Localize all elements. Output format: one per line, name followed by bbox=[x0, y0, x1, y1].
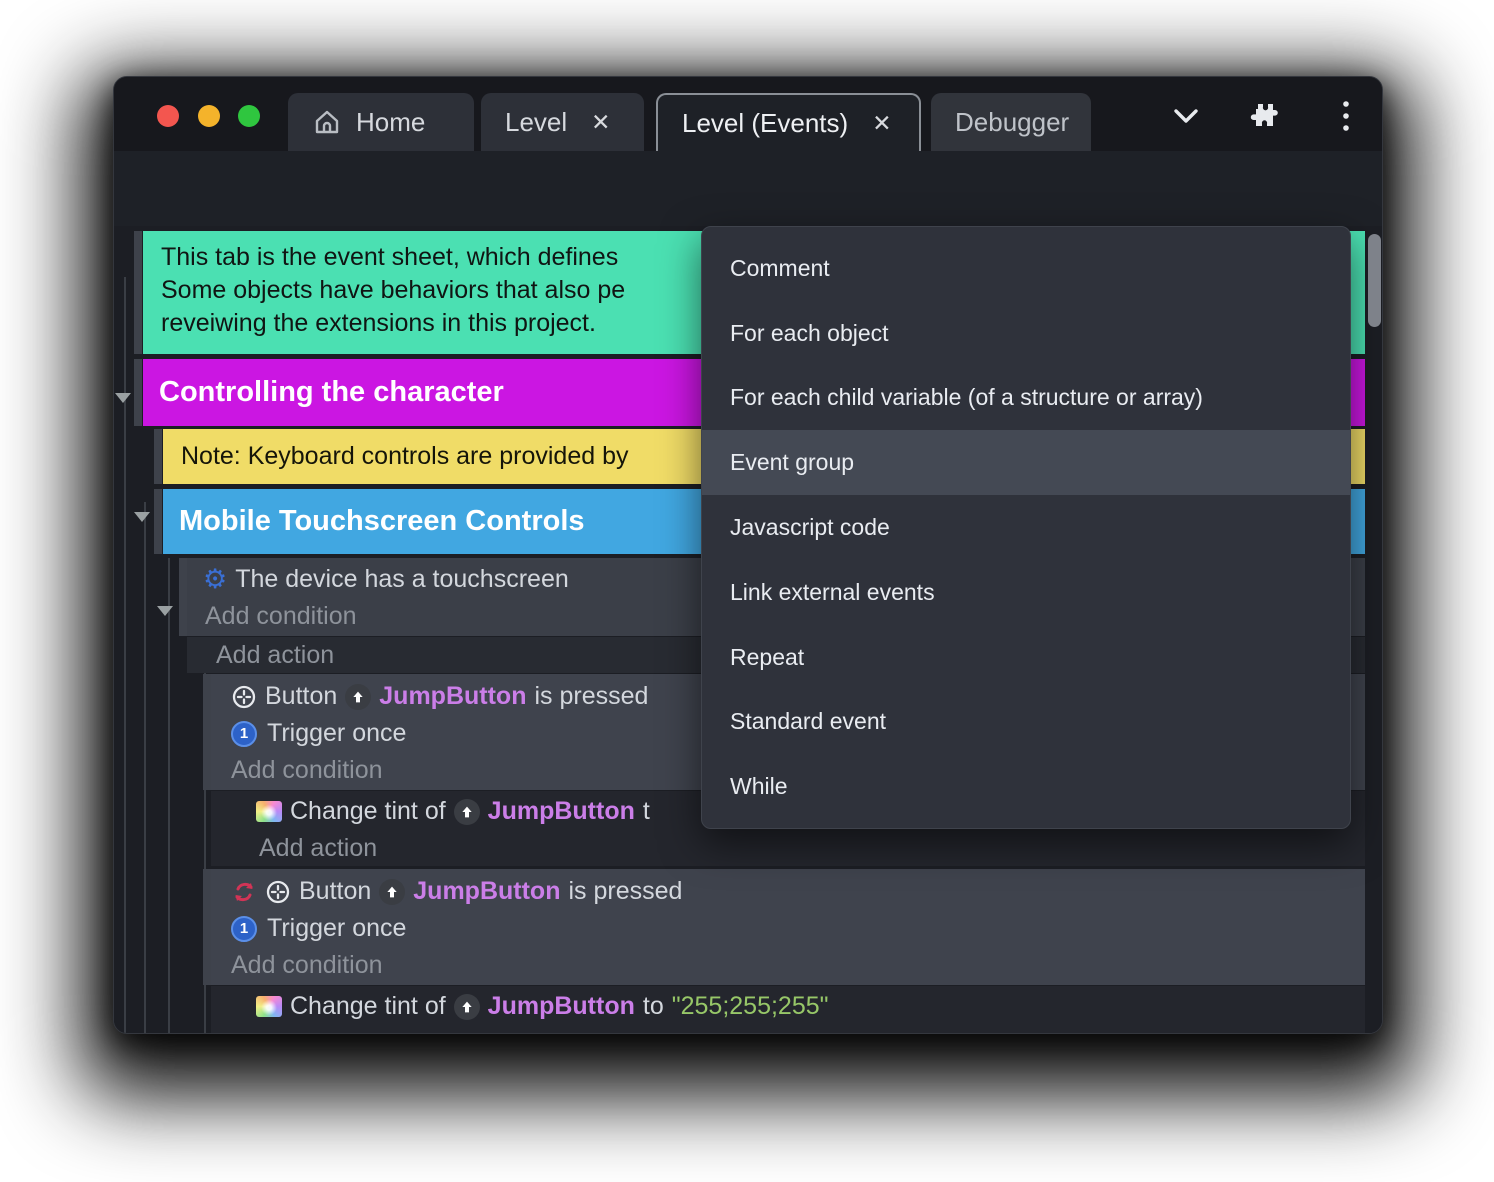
group-title: Mobile Touchscreen Controls bbox=[179, 505, 585, 537]
menu-item-comment[interactable]: Comment bbox=[702, 236, 1350, 301]
condition-text: Trigger once bbox=[267, 719, 407, 747]
menu-item-event-group[interactable]: Event group bbox=[702, 430, 1350, 496]
indent-bar bbox=[134, 359, 142, 426]
tab-close-icon[interactable]: ✕ bbox=[872, 110, 891, 137]
indent-bar bbox=[203, 674, 211, 790]
gamepad-button-icon bbox=[231, 684, 257, 710]
condition-text: Trigger once bbox=[267, 914, 407, 942]
condition-text: Button bbox=[265, 682, 338, 710]
indent-bar bbox=[134, 231, 142, 354]
tab-home[interactable]: Home bbox=[288, 93, 474, 151]
tab-debugger[interactable]: Debugger bbox=[931, 93, 1091, 151]
menu-item-for-each-child-variable[interactable]: For each child variable (of a structure … bbox=[702, 366, 1350, 431]
traffic-zoom-button[interactable] bbox=[238, 105, 260, 127]
tab-close-icon[interactable]: ✕ bbox=[591, 109, 610, 136]
kebab-menu-icon bbox=[1341, 99, 1351, 133]
vertical-scrollbar-thumb[interactable] bbox=[1368, 234, 1381, 327]
event-jumpbutton-released-actions[interactable]: Change tint of JumpButton to "255;255;25… bbox=[211, 986, 1365, 1033]
traffic-minimize-button[interactable] bbox=[198, 105, 220, 127]
indent-bar bbox=[154, 489, 162, 554]
toolbar bbox=[114, 151, 1382, 295]
action-text: Change tint of bbox=[290, 797, 446, 825]
window-menu-button[interactable] bbox=[1328, 99, 1364, 133]
trigger-once-icon: 1 bbox=[231, 915, 257, 942]
tab-level-events[interactable]: Level (Events) ✕ bbox=[656, 93, 921, 151]
action-text: Change tint of bbox=[290, 992, 446, 1020]
indent-bar bbox=[154, 429, 162, 484]
tree-guide-line bbox=[144, 502, 146, 1033]
tab-label: Level (Events) bbox=[682, 107, 849, 138]
condition-text: Button bbox=[299, 877, 372, 905]
tab-label: Level bbox=[505, 106, 568, 137]
tree-guide-line bbox=[124, 277, 126, 1033]
menu-item-repeat[interactable]: Repeat bbox=[702, 625, 1350, 690]
app-window: Home Level ✕ Level (Events) ✕ Debugger T… bbox=[113, 76, 1383, 1034]
condition-text: is pressed bbox=[534, 682, 649, 710]
trigger-once-icon: 1 bbox=[231, 720, 257, 747]
collapse-arrow-icon[interactable] bbox=[115, 393, 131, 403]
tint-value: "255;255;255" bbox=[671, 992, 829, 1020]
color-tint-icon bbox=[256, 996, 282, 1017]
menu-item-link-external-events[interactable]: Link external events bbox=[702, 560, 1350, 625]
tab-level[interactable]: Level ✕ bbox=[481, 93, 644, 151]
home-icon bbox=[312, 107, 342, 137]
puzzle-icon bbox=[1249, 101, 1279, 131]
chevron-down-icon bbox=[1173, 108, 1199, 124]
condition-text: is pressed bbox=[568, 877, 683, 905]
event-jumpbutton-released[interactable]: Button JumpButton is pressed 1 Trigger o… bbox=[211, 869, 1365, 985]
action-text: t bbox=[642, 797, 650, 825]
tabs-dropdown-button[interactable] bbox=[1168, 99, 1204, 133]
group-title: Controlling the character bbox=[159, 376, 504, 408]
menu-item-standard-event[interactable]: Standard event bbox=[702, 690, 1350, 755]
add-action-link[interactable]: Add action bbox=[211, 1025, 1365, 1033]
action-text: to bbox=[642, 992, 664, 1020]
object-name: JumpButton bbox=[379, 682, 527, 710]
extensions-button[interactable] bbox=[1246, 99, 1282, 133]
condition-text: The device has a touchscreen bbox=[235, 565, 569, 593]
color-tint-icon bbox=[256, 801, 282, 822]
note-text: Note: Keyboard controls are provided by bbox=[181, 442, 629, 470]
invert-condition-icon bbox=[231, 879, 257, 905]
object-thumbnail-arrow-icon bbox=[453, 798, 480, 825]
add-event-context-menu: Comment For each object For each child v… bbox=[701, 226, 1351, 829]
menu-item-while[interactable]: While bbox=[702, 754, 1350, 819]
collapse-arrow-icon[interactable] bbox=[157, 606, 173, 616]
screenshot-canvas: Home Level ✕ Level (Events) ✕ Debugger T… bbox=[0, 0, 1494, 1182]
gamepad-button-icon bbox=[265, 879, 291, 905]
indent-bar bbox=[179, 558, 187, 636]
tab-bar: Home Level ✕ Level (Events) ✕ Debugger bbox=[114, 77, 1382, 151]
object-thumbnail-arrow-icon bbox=[345, 683, 372, 710]
traffic-close-button[interactable] bbox=[157, 105, 179, 127]
menu-item-javascript-code[interactable]: Javascript code bbox=[702, 495, 1350, 560]
add-condition-link[interactable]: Add condition bbox=[231, 947, 1365, 984]
object-thumbnail-arrow-icon bbox=[453, 993, 480, 1020]
object-name: JumpButton bbox=[487, 797, 635, 825]
object-thumbnail-arrow-icon bbox=[379, 878, 406, 905]
menu-item-for-each-object[interactable]: For each object bbox=[702, 301, 1350, 366]
collapse-arrow-icon[interactable] bbox=[134, 512, 150, 522]
object-name: JumpButton bbox=[413, 877, 561, 905]
add-action-link[interactable]: Add action bbox=[211, 830, 1365, 867]
gear-icon: ⚙ bbox=[203, 564, 228, 595]
tree-guide-line bbox=[168, 558, 170, 1033]
tab-label: Debugger bbox=[955, 106, 1070, 137]
tab-label: Home bbox=[356, 106, 426, 137]
indent-bar bbox=[203, 869, 211, 985]
object-name: JumpButton bbox=[487, 992, 635, 1020]
